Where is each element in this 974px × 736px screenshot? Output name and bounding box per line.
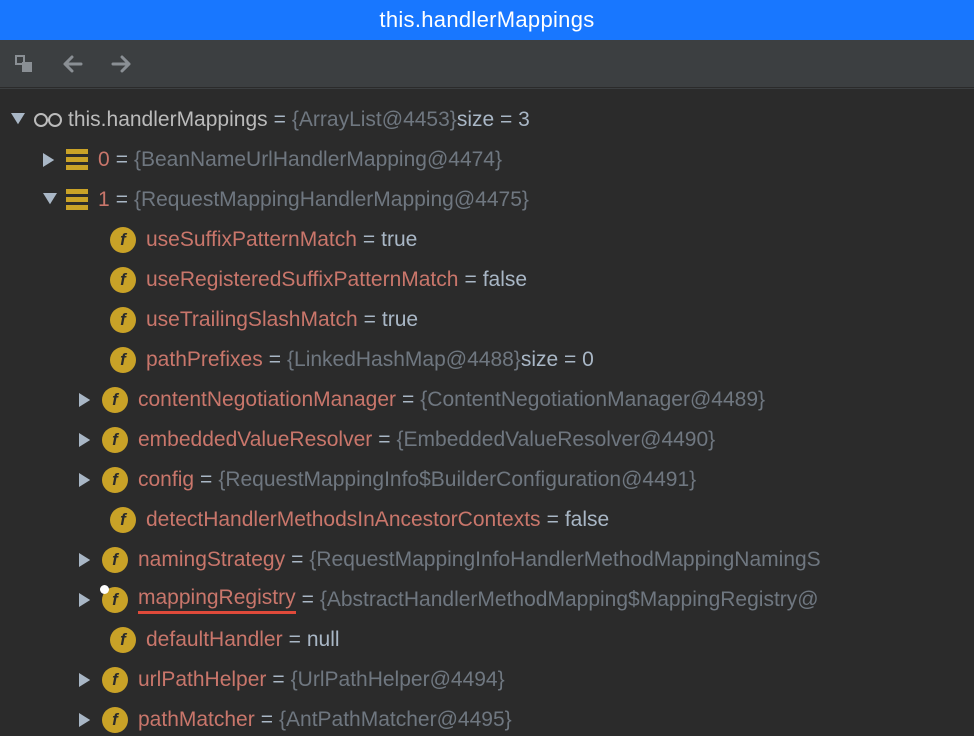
field-icon bbox=[110, 307, 136, 333]
equals-sign: = bbox=[283, 628, 307, 652]
field-mappingRegistry[interactable]: mappingRegistry = {AbstractHandlerMethod… bbox=[0, 580, 974, 620]
field-value: {ContentNegotiationManager@4489} bbox=[420, 388, 765, 412]
field-key: useRegisteredSuffixPatternMatch bbox=[146, 268, 458, 292]
root-label: this.handlerMappings bbox=[68, 108, 268, 132]
item-index: 0 bbox=[98, 148, 110, 172]
field-key: namingStrategy bbox=[138, 548, 285, 572]
expand-toggle[interactable] bbox=[8, 110, 28, 130]
array-element-icon bbox=[66, 189, 88, 211]
expand-toggle[interactable] bbox=[76, 430, 96, 450]
field-key: contentNegotiationManager bbox=[138, 388, 396, 412]
equals-sign: = bbox=[110, 148, 134, 172]
equals-sign: = bbox=[194, 468, 218, 492]
root-value: {ArrayList@4453} bbox=[292, 108, 457, 132]
field-urlPathHelper[interactable]: urlPathHelper = {UrlPathHelper@4494} bbox=[0, 660, 974, 700]
equals-sign: = bbox=[285, 548, 309, 572]
expand-toggle[interactable] bbox=[40, 190, 60, 210]
equals-sign: = bbox=[268, 108, 292, 132]
field-extra: size = 0 bbox=[521, 348, 594, 372]
equals-sign: = bbox=[110, 188, 134, 212]
field-value: false bbox=[483, 268, 527, 292]
field-icon bbox=[110, 627, 136, 653]
equals-sign: = bbox=[541, 508, 565, 532]
field-icon bbox=[110, 227, 136, 253]
expand-toggle[interactable] bbox=[40, 150, 60, 170]
tree-row-item-1[interactable]: 1 = {RequestMappingHandlerMapping@4475} bbox=[0, 180, 974, 220]
window-title: this.handlerMappings bbox=[0, 0, 974, 40]
field-config[interactable]: config = {RequestMappingInfo$BuilderConf… bbox=[0, 460, 974, 500]
item-index: 1 bbox=[98, 188, 110, 212]
field-pathPrefixes[interactable]: pathPrefixes = {LinkedHashMap@4488} size… bbox=[0, 340, 974, 380]
field-value: false bbox=[565, 508, 609, 532]
array-element-icon bbox=[66, 149, 88, 171]
back-button[interactable] bbox=[58, 49, 88, 79]
field-useSuffixPatternMatch[interactable]: useSuffixPatternMatch = true bbox=[0, 220, 974, 260]
field-key: defaultHandler bbox=[146, 628, 283, 652]
expand-toggle[interactable] bbox=[76, 670, 96, 690]
field-defaultHandler[interactable]: defaultHandler = null bbox=[0, 620, 974, 660]
field-namingStrategy[interactable]: namingStrategy = {RequestMappingInfoHand… bbox=[0, 540, 974, 580]
tree-root-row[interactable]: this.handlerMappings = {ArrayList@4453} … bbox=[0, 100, 974, 140]
debug-tree: this.handlerMappings = {ArrayList@4453} … bbox=[0, 88, 974, 736]
equals-sign: = bbox=[358, 308, 382, 332]
expand-toggle[interactable] bbox=[76, 550, 96, 570]
field-icon bbox=[102, 707, 128, 733]
field-icon bbox=[102, 387, 128, 413]
equals-sign: = bbox=[396, 388, 420, 412]
field-icon bbox=[102, 427, 128, 453]
equals-sign: = bbox=[266, 668, 290, 692]
field-key: detectHandlerMethodsInAncestorContexts bbox=[146, 508, 541, 532]
watch-icon bbox=[34, 110, 62, 130]
field-embeddedValueResolver[interactable]: embeddedValueResolver = {EmbeddedValueRe… bbox=[0, 420, 974, 460]
field-contentNegotiationManager[interactable]: contentNegotiationManager = {ContentNego… bbox=[0, 380, 974, 420]
field-value: {RequestMappingInfo$BuilderConfiguration… bbox=[218, 468, 696, 492]
field-value: {AntPathMatcher@4495} bbox=[279, 708, 512, 732]
expand-toggle[interactable] bbox=[76, 470, 96, 490]
field-key: config bbox=[138, 468, 194, 492]
field-value: {RequestMappingInfoHandlerMethodMappingN… bbox=[309, 548, 820, 572]
field-pathMatcher[interactable]: pathMatcher = {AntPathMatcher@4495} bbox=[0, 700, 974, 736]
field-key: urlPathHelper bbox=[138, 668, 266, 692]
expand-toggle[interactable] bbox=[76, 710, 96, 730]
field-value: true bbox=[382, 308, 418, 332]
equals-sign: = bbox=[458, 268, 482, 292]
field-icon bbox=[110, 507, 136, 533]
field-key: mappingRegistry bbox=[138, 586, 296, 614]
field-value: {AbstractHandlerMethodMapping$MappingReg… bbox=[320, 588, 819, 612]
field-icon bbox=[110, 347, 136, 373]
field-key: useSuffixPatternMatch bbox=[146, 228, 357, 252]
field-key: useTrailingSlashMatch bbox=[146, 308, 358, 332]
item-value: {BeanNameUrlHandlerMapping@4474} bbox=[134, 148, 502, 172]
field-value: {LinkedHashMap@4488} bbox=[287, 348, 521, 372]
equals-sign: = bbox=[372, 428, 396, 452]
field-icon bbox=[102, 547, 128, 573]
field-value: {UrlPathHelper@4494} bbox=[291, 668, 505, 692]
expand-toggle[interactable] bbox=[76, 390, 96, 410]
expand-toggle[interactable] bbox=[76, 590, 96, 610]
field-icon bbox=[102, 587, 128, 613]
root-extra: size = 3 bbox=[457, 108, 530, 132]
field-icon bbox=[102, 467, 128, 493]
variables-view-icon[interactable] bbox=[10, 49, 40, 79]
equals-sign: = bbox=[255, 708, 279, 732]
equals-sign: = bbox=[296, 588, 320, 612]
field-detectHandlerMethodsInAncestorContexts[interactable]: detectHandlerMethodsInAncestorContexts =… bbox=[0, 500, 974, 540]
forward-button[interactable] bbox=[106, 49, 136, 79]
field-key: pathMatcher bbox=[138, 708, 255, 732]
toolbar bbox=[0, 40, 974, 88]
field-useTrailingSlashMatch[interactable]: useTrailingSlashMatch = true bbox=[0, 300, 974, 340]
field-value: true bbox=[381, 228, 417, 252]
field-icon bbox=[102, 667, 128, 693]
field-value: null bbox=[307, 628, 340, 652]
item-value: {RequestMappingHandlerMapping@4475} bbox=[134, 188, 529, 212]
field-useRegisteredSuffixPatternMatch[interactable]: useRegisteredSuffixPatternMatch = false bbox=[0, 260, 974, 300]
equals-sign: = bbox=[357, 228, 381, 252]
field-key: embeddedValueResolver bbox=[138, 428, 372, 452]
tree-row-item-0[interactable]: 0 = {BeanNameUrlHandlerMapping@4474} bbox=[0, 140, 974, 180]
field-key: pathPrefixes bbox=[146, 348, 263, 372]
field-value: {EmbeddedValueResolver@4490} bbox=[397, 428, 716, 452]
field-icon bbox=[110, 267, 136, 293]
equals-sign: = bbox=[263, 348, 287, 372]
